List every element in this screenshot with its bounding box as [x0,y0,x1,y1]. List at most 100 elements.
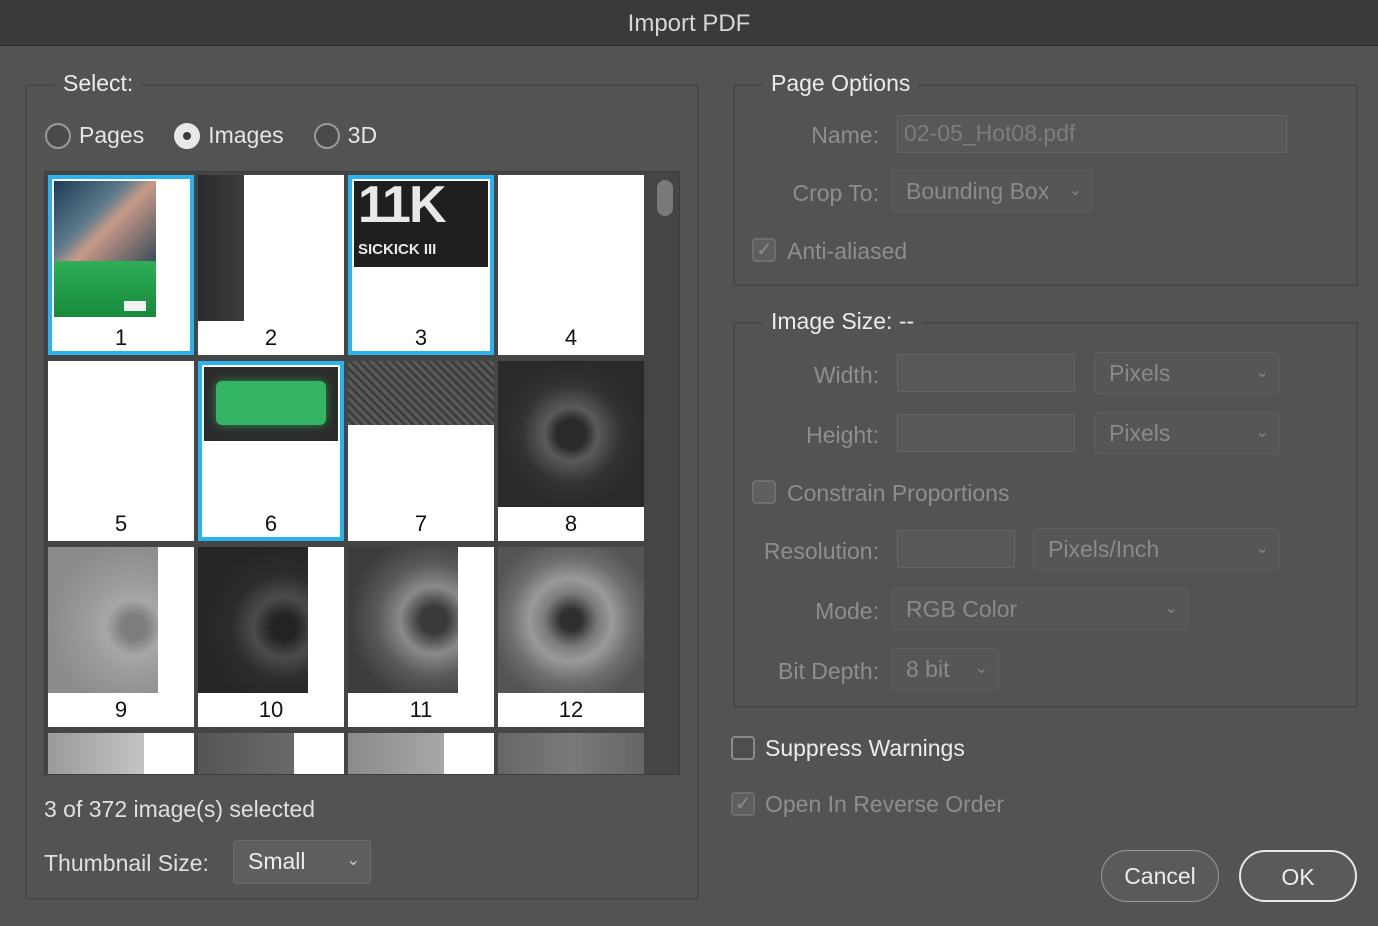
select-mode-radios: Pages Images 3D [45,122,377,149]
select-legend: Select: [55,70,142,97]
crop-to-label: Crop To: [792,180,879,206]
select-group: Select: Pages Images 3D 1 2 11K SICKICK … [25,70,699,900]
thumbnail-12-number: 12 [558,697,584,722]
thumbnail-13-partial[interactable] [48,733,194,774]
thumbnail-14-partial[interactable] [198,733,344,774]
thumbnail-6[interactable]: 6 [198,361,344,541]
chevron-down-icon: ⌄ [1068,182,1082,199]
thumbnail-10-number: 10 [258,697,284,722]
thumbnail-3-number: 3 [414,325,428,350]
crop-to-select[interactable]: Bounding Box ⌄ [891,170,1093,212]
thumbnail-5-number: 5 [114,511,128,536]
reverse-order-label: Open In Reverse Order [765,791,1005,817]
page-options-group: Page Options Name: 02-05_Hot08.pdf Crop … [733,70,1358,286]
radio-3d-label: 3D [347,122,378,148]
thumbnail-7[interactable]: 7 [348,361,494,541]
window-title: Import PDF [0,0,1378,46]
resolution-field[interactable] [897,530,1015,568]
thumbnail-11-image [348,547,458,693]
thumbnail-7-number: 7 [414,511,428,536]
name-field[interactable]: 02-05_Hot08.pdf [897,115,1287,153]
thumbnail-8-image [498,361,644,507]
suppress-warnings-label: Suppress Warnings [765,735,965,761]
thumbnail-8-number: 8 [564,511,578,536]
mode-select[interactable]: RGB Color ⌄ [891,588,1189,630]
suppress-warnings-checkbox[interactable] [731,736,755,760]
radio-3d[interactable]: 3D [313,122,378,149]
selection-count: 3 of 372 image(s) selected [44,796,316,822]
radio-images-label: Images [208,122,284,148]
thumbnail-9-image [48,547,158,693]
thumbnail-1-image [54,181,156,261]
thumbnail-2[interactable]: 2 [198,175,344,355]
radio-pages-circle[interactable] [45,122,71,149]
constrain-proportions-label: Constrain Proportions [787,480,1010,506]
radio-images[interactable]: Images [174,122,284,149]
chevron-down-icon: ⌄ [1255,424,1269,441]
height-label: Height: [806,422,879,448]
thumbnail-10-image [198,547,308,693]
thumbnail-2-image [198,175,244,321]
resolution-unit-select[interactable]: Pixels/Inch ⌄ [1033,528,1280,570]
width-field[interactable] [897,354,1075,392]
thumbnail-4[interactable]: 4 [498,175,644,355]
thumbnail-1[interactable]: 1 [48,175,194,355]
thumbnail-15-partial[interactable] [348,733,494,774]
thumbnail-12[interactable]: 12 [498,547,644,727]
width-unit-value: Pixels [1109,360,1171,386]
thumbnail-5[interactable]: 5 [48,361,194,541]
thumbnail-3-image: 11K SICKICK III [354,176,488,267]
thumbnail-6-number: 6 [264,511,278,536]
height-field[interactable] [897,414,1075,452]
bit-depth-select[interactable]: 8 bit ⌄ [891,648,999,690]
thumbnail-3[interactable]: 11K SICKICK III 3 [348,175,494,355]
thumbnail-7-image [348,361,494,425]
name-label: Name: [811,122,879,148]
thumbnail-1-number: 1 [114,325,128,350]
thumbnail-16-partial[interactable] [498,733,644,774]
thumbnail-11[interactable]: 11 [348,547,494,727]
chevron-down-icon: ⌄ [1255,364,1269,381]
chevron-down-icon: ⌄ [974,660,988,677]
chevron-down-icon: ⌄ [1255,540,1269,557]
thumbnail-3-big-text: 11K [358,176,447,234]
thumbnail-2-number: 2 [264,325,278,350]
image-size-legend: Image Size: -- [763,308,923,335]
thumbnail-9[interactable]: 9 [48,547,194,727]
thumbnail-scrollbar[interactable] [657,180,673,216]
mode-label: Mode: [815,598,879,624]
ok-button[interactable]: OK [1239,850,1357,902]
thumbnail-size-value: Small [248,848,306,874]
thumbnail-size-label: Thumbnail Size: [44,850,209,876]
radio-pages-label: Pages [79,122,145,148]
radio-images-circle[interactable] [174,122,201,149]
radio-pages[interactable]: Pages [45,122,144,149]
width-label: Width: [813,362,879,388]
thumbnail-10[interactable]: 10 [198,547,344,727]
radio-3d-circle[interactable] [313,122,340,149]
constrain-proportions-checkbox[interactable] [752,480,776,504]
height-unit-select[interactable]: Pixels ⌄ [1094,412,1280,454]
crop-to-value: Bounding Box [906,178,1050,204]
image-size-group: Image Size: -- Width: Pixels ⌄ Height: P… [733,308,1358,708]
mode-value: RGB Color [906,596,1018,622]
chevron-down-icon: ⌄ [346,852,360,869]
thumbnail-3-brand-text: SICKICK III [358,241,437,258]
thumbnail-6-image [204,367,338,441]
thumbnail-4-number: 4 [564,325,578,350]
width-unit-select[interactable]: Pixels ⌄ [1094,352,1280,394]
anti-aliased-label: Anti-aliased [787,238,908,264]
page-options-legend: Page Options [763,70,919,97]
cancel-button[interactable]: Cancel [1101,850,1219,902]
bit-depth-value: 8 bit [906,656,950,682]
thumbnail-8[interactable]: 8 [498,361,644,541]
resolution-label: Resolution: [763,538,879,564]
thumbnail-list[interactable]: 1 2 11K SICKICK III 3 4 5 6 7 8 9 10 11 … [44,171,680,775]
thumbnail-12-image [498,547,644,693]
thumbnail-1-logo [124,301,146,311]
anti-aliased-checkbox[interactable] [752,237,776,262]
reverse-order-checkbox[interactable] [731,791,755,816]
height-unit-value: Pixels [1109,420,1171,446]
thumbnail-size-select[interactable]: Small ⌄ [233,840,371,884]
thumbnail-11-number: 11 [409,697,433,722]
